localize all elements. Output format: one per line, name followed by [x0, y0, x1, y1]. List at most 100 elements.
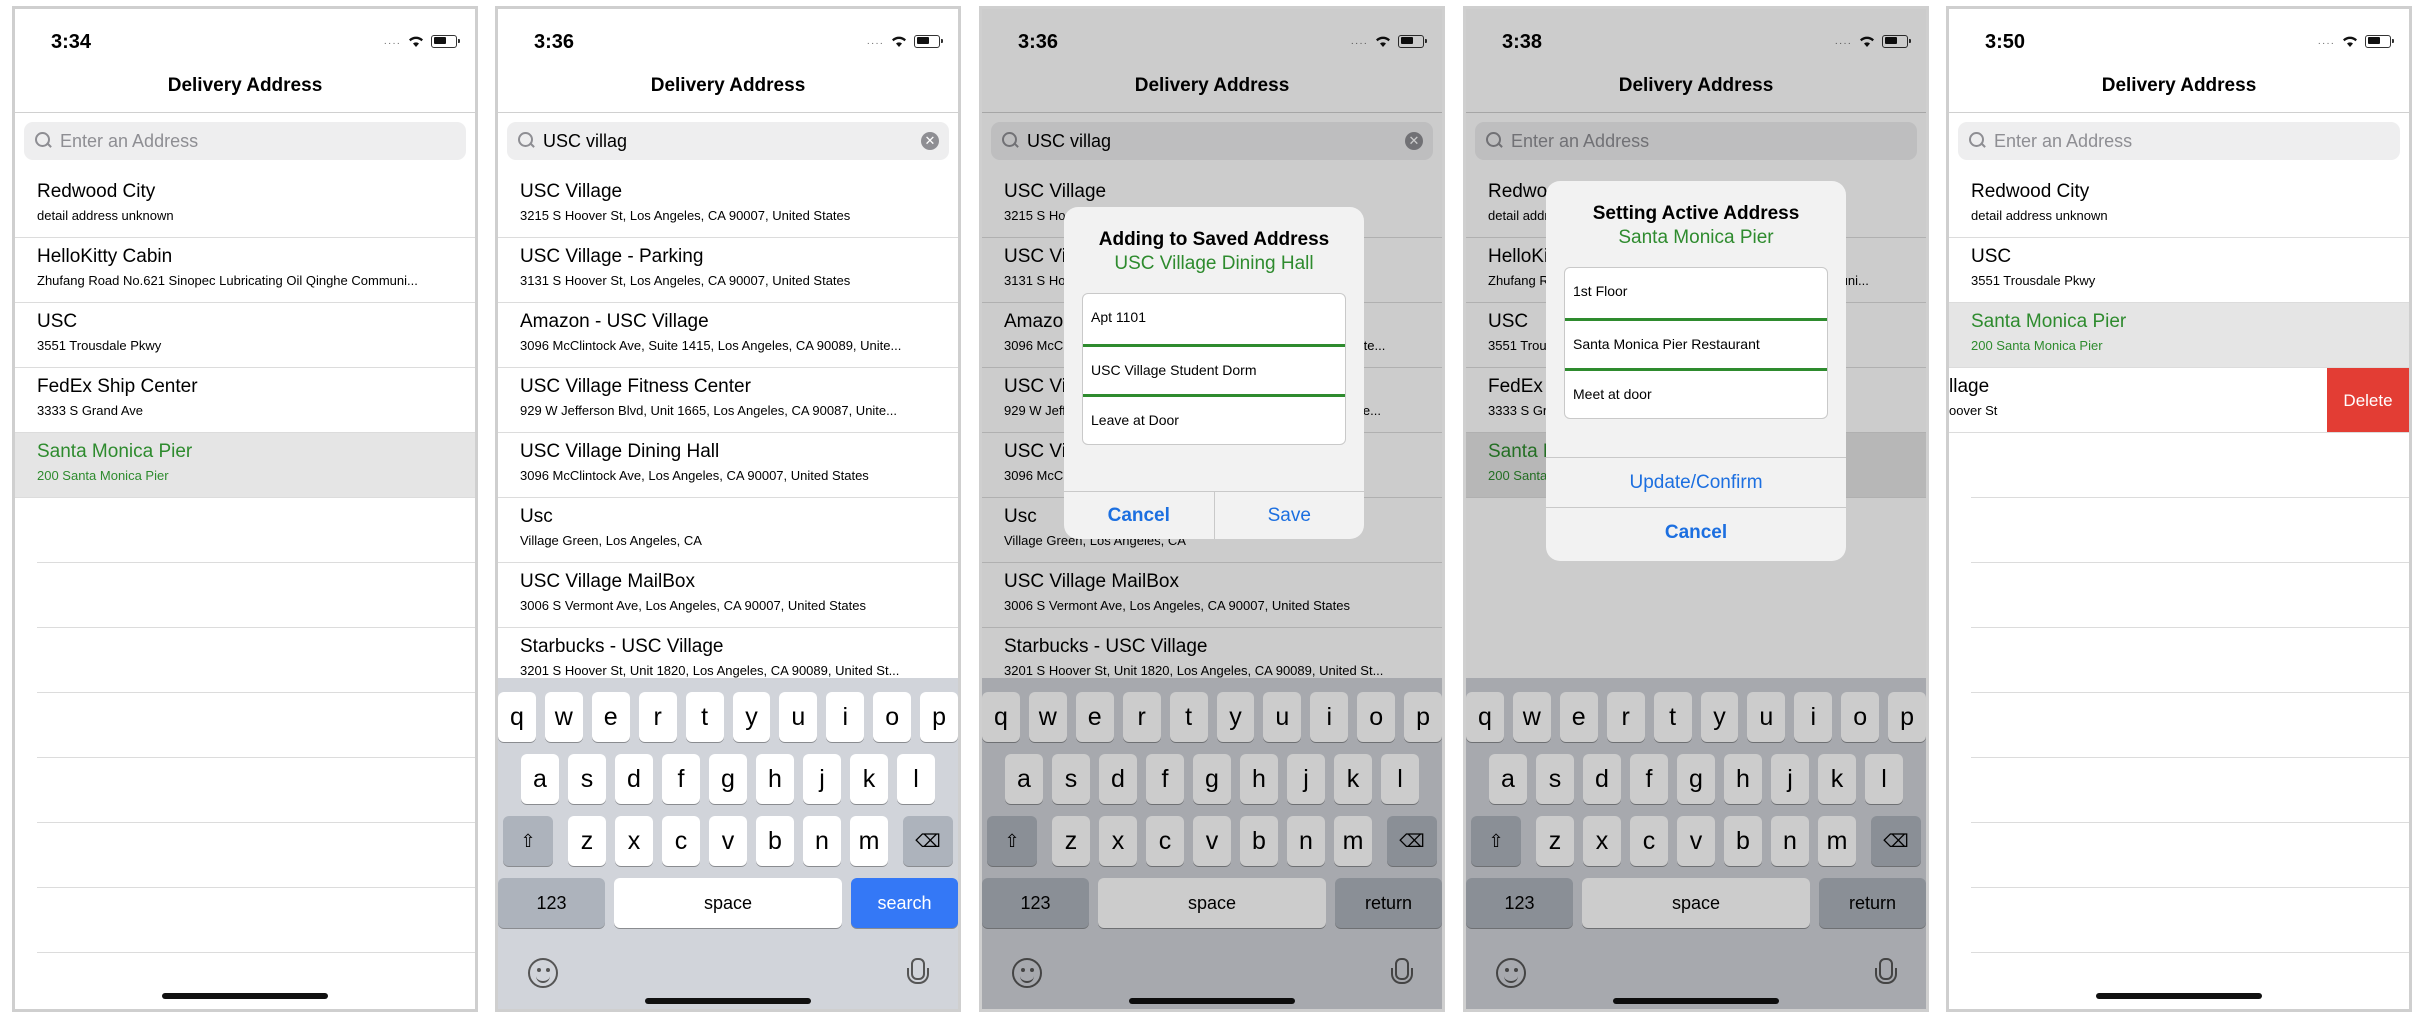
address-subtitle: 3551 Trousdale Pkwy [1971, 273, 2096, 288]
key-m[interactable]: m [850, 816, 888, 866]
search-bar[interactable]: Enter an Address [1958, 122, 2400, 160]
search-bar[interactable]: Enter an Address [24, 122, 466, 160]
dialog-buttons: Cancel Save [1064, 491, 1364, 539]
result-row[interactable]: Amazon - USC Village 3096 McClintock Ave,… [498, 303, 958, 368]
empty-row [1971, 888, 2409, 953]
result-row[interactable]: Usc Village Green, Los Angeles, CA [498, 498, 958, 563]
delete-button[interactable]: Delete [2327, 368, 2409, 432]
search-icon [34, 131, 54, 151]
key-w[interactable]: w [544, 692, 583, 742]
key-z[interactable]: z [568, 816, 606, 866]
key-a[interactable]: a [521, 754, 559, 804]
home-indicator[interactable] [2096, 993, 2262, 999]
result-title: USC Village Dining Hall [520, 441, 720, 462]
key-n[interactable]: n [803, 816, 841, 866]
empty-row [37, 693, 475, 758]
key-l[interactable]: l [897, 754, 935, 804]
search-bar[interactable]: USC villag ✕ [507, 122, 949, 160]
dialog-fields: 1st Floor Santa Monica Pier Restaurant M… [1564, 267, 1828, 419]
search-input[interactable]: USC villag [543, 131, 921, 152]
phone-screen-3: 3:36 ···· Delivery Address USC villag ✕ … [979, 6, 1445, 1012]
label-field[interactable]: USC Village Student Dorm [1083, 344, 1345, 394]
key-y[interactable]: y [732, 692, 771, 742]
search-results-list: USC Village 3215 S Hoover St, Los Angeles… [498, 173, 958, 693]
key-j[interactable]: j [803, 754, 841, 804]
address-row[interactable]: USC 3551 Trousdale Pkwy [1949, 238, 2409, 303]
search-placeholder[interactable]: Enter an Address [60, 131, 456, 152]
cancel-button[interactable]: Cancel [1546, 507, 1846, 557]
key-k[interactable]: k [850, 754, 888, 804]
backspace-key-icon[interactable]: ⌫ [903, 816, 953, 866]
numbers-key[interactable]: 123 [498, 878, 606, 928]
address-row[interactable]: HelloKitty Cabin Zhufang Road No.621 Sino… [15, 238, 475, 303]
nav-title: Delivery Address [2101, 75, 2257, 96]
nav-divider [498, 112, 958, 113]
microphone-icon[interactable] [906, 958, 929, 990]
key-g[interactable]: g [709, 754, 747, 804]
key-i[interactable]: i [826, 692, 865, 742]
result-title: Usc [520, 506, 553, 527]
shift-key-icon[interactable]: ⇧ [503, 816, 553, 866]
search-placeholder[interactable]: Enter an Address [1994, 131, 2390, 152]
address-title: USC [37, 311, 78, 332]
key-t[interactable]: t [685, 692, 724, 742]
result-row[interactable]: USC Village - Parking 3131 S Hoover St, L… [498, 238, 958, 303]
home-indicator[interactable] [162, 993, 328, 999]
update-confirm-button[interactable]: Update/Confirm [1546, 457, 1846, 507]
key-q[interactable]: q [498, 692, 536, 742]
result-subtitle: 3201 S Hoover St, Unit 1820, Los Angeles… [520, 663, 900, 678]
key-r[interactable]: r [638, 692, 677, 742]
key-b[interactable]: b [756, 816, 794, 866]
key-h[interactable]: h [756, 754, 794, 804]
key-x[interactable]: x [615, 816, 653, 866]
space-key[interactable]: space [614, 878, 842, 928]
key-d[interactable]: d [615, 754, 653, 804]
result-row[interactable]: USC Village Dining Hall 3096 McClintock A… [498, 433, 958, 498]
address-row-swiped[interactable]: llage oover St Delete [1949, 368, 2409, 433]
instructions-field[interactable]: Leave at Door [1083, 394, 1345, 444]
address-row-selected[interactable]: Santa Monica Pier 200 Santa Monica Pier [1949, 303, 2409, 368]
instructions-field[interactable]: Meet at door [1565, 368, 1827, 418]
address-title: Redwood City [37, 181, 156, 202]
key-f[interactable]: f [662, 754, 700, 804]
search-key[interactable]: search [850, 878, 958, 928]
address-subtitle: 3551 Trousdale Pkwy [37, 338, 162, 353]
key-c[interactable]: c [662, 816, 700, 866]
key-o[interactable]: o [873, 692, 912, 742]
cancel-button[interactable]: Cancel [1064, 492, 1214, 539]
result-row[interactable]: USC Village 3215 S Hoover St, Los Angeles… [498, 173, 958, 238]
clear-icon[interactable]: ✕ [921, 132, 939, 150]
home-indicator[interactable] [645, 998, 811, 1004]
apartment-field[interactable]: 1st Floor [1565, 268, 1827, 318]
address-row[interactable]: FedEx Ship Center 3333 S Grand Ave [15, 368, 475, 433]
result-row[interactable]: USC Village MailBox 3006 S Vermont Ave, L… [498, 563, 958, 628]
empty-row [37, 628, 475, 693]
key-s[interactable]: s [568, 754, 606, 804]
battery-icon [2365, 34, 2394, 48]
empty-row [1971, 433, 2409, 498]
wifi-icon [409, 36, 423, 47]
key-e[interactable]: e [591, 692, 630, 742]
save-button[interactable]: Save [1213, 492, 1365, 539]
signal-icon: ···· [866, 38, 884, 49]
phone-screen-5: 3:50 ···· Delivery Address Enter an Addr… [1946, 6, 2412, 1012]
result-row[interactable]: USC Village Fitness Center 929 W Jefferso… [498, 368, 958, 433]
key-v[interactable]: v [709, 816, 747, 866]
address-row[interactable]: Redwood City detail address unknown [15, 173, 475, 238]
label-field[interactable]: Santa Monica Pier Restaurant [1565, 318, 1827, 368]
address-row[interactable]: USC 3551 Trousdale Pkwy [15, 303, 475, 368]
address-title: FedEx Ship Center [37, 376, 198, 397]
nav-divider [15, 112, 475, 113]
key-u[interactable]: u [779, 692, 818, 742]
emoji-icon[interactable] [528, 958, 558, 988]
empty-row [37, 823, 475, 888]
status-icons: ···· [384, 33, 460, 49]
wifi-icon [892, 36, 906, 47]
address-row-selected[interactable]: Santa Monica Pier 200 Santa Monica Pier [15, 433, 475, 498]
address-row[interactable]: Redwood City detail address unknown [1949, 173, 2409, 238]
key-p[interactable]: p [920, 692, 958, 742]
signal-icon: ···· [2317, 38, 2335, 49]
apartment-field[interactable]: Apt 1101 [1083, 294, 1345, 344]
save-address-dialog: Adding to Saved Address USC Village Dini… [1064, 207, 1364, 539]
wifi-icon [2343, 36, 2357, 47]
